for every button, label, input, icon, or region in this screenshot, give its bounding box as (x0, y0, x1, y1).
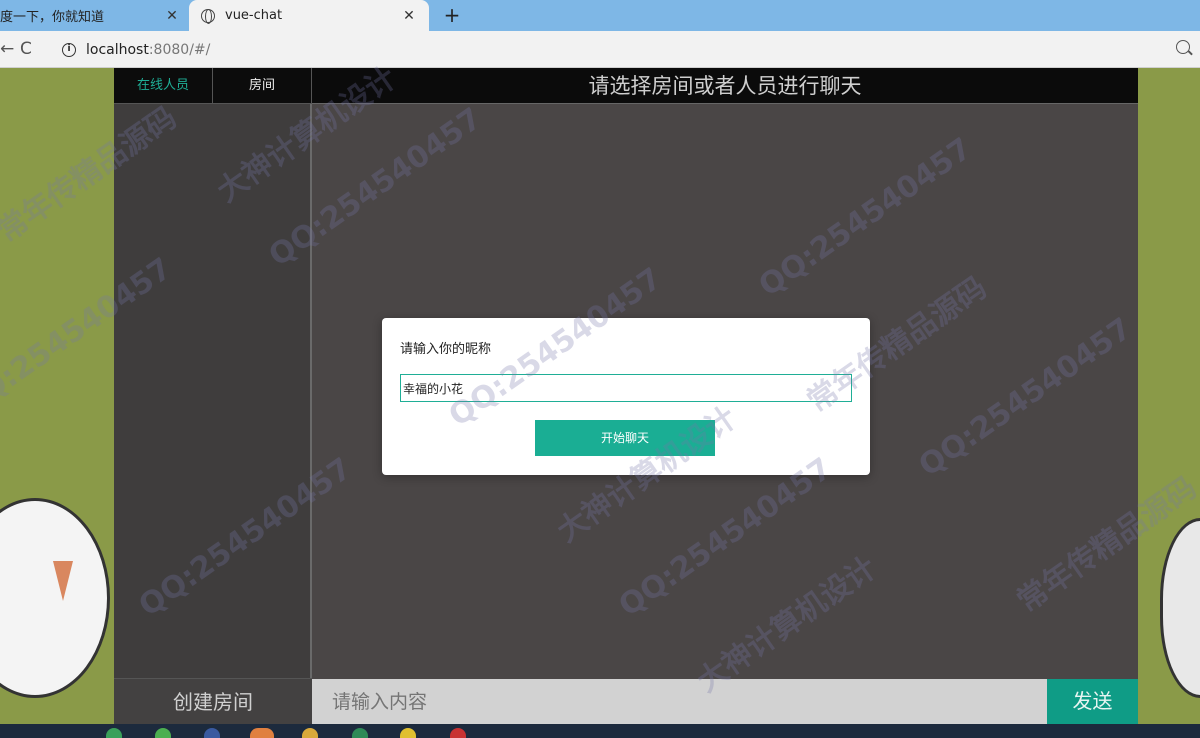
close-tab-icon[interactable]: ✕ (162, 8, 182, 24)
taskbar-app-icon[interactable] (400, 728, 416, 738)
new-tab-button[interactable]: + (440, 3, 464, 27)
beak-shape (53, 561, 73, 601)
taskbar-app-icon[interactable] (250, 728, 274, 738)
tab-title: 度一下，你就知道 (0, 10, 105, 25)
chat-header-title: 请选择房间或者人员进行聊天 (312, 68, 1138, 104)
send-button[interactable]: 发送 (1047, 679, 1138, 724)
url-path: :8080/#/ (148, 41, 211, 58)
globe-icon (201, 8, 215, 24)
info-icon[interactable]: i (62, 42, 76, 57)
taskbar-app-icon[interactable] (106, 728, 122, 738)
cartoon-bird-image (0, 498, 110, 698)
browser-tab-vue-chat[interactable]: vue-chat ✕ (189, 0, 429, 31)
close-tab-icon[interactable]: ✕ (399, 8, 419, 24)
sidebar-tabs: 在线人员 房间 (114, 68, 312, 104)
taskbar-app-icon[interactable] (352, 728, 368, 738)
tab-online-users[interactable]: 在线人员 (114, 68, 213, 104)
nickname-dialog: 请输入你的昵称 开始聊天 (382, 318, 870, 475)
os-taskbar (0, 724, 1200, 738)
address-bar: ← C i localhost:8080/#/ (0, 31, 1200, 68)
browser-tab-baidu[interactable]: 度一下，你就知道 ✕ (0, 0, 188, 31)
compose-bar: 发送 (312, 679, 1138, 724)
taskbar-app-icon[interactable] (302, 728, 318, 738)
sidebar: 在线人员 房间 创建房间 (114, 68, 312, 724)
taskbar-app-icon[interactable] (450, 728, 466, 738)
reload-icon[interactable]: C (20, 39, 32, 59)
back-arrow-icon[interactable]: ← (0, 39, 14, 59)
create-room-button[interactable]: 创建房间 (114, 678, 312, 724)
start-chat-button[interactable]: 开始聊天 (535, 420, 715, 456)
message-input[interactable] (312, 679, 1047, 724)
browser-tab-bar: 度一下，你就知道 ✕ vue-chat ✕ + (0, 0, 1200, 31)
tab-rooms[interactable]: 房间 (213, 68, 312, 104)
nickname-label: 请输入你的昵称 (400, 342, 492, 357)
url-input[interactable]: i localhost:8080/#/ (52, 36, 1160, 63)
url-host: localhost (86, 41, 149, 58)
cartoon-image-right (1160, 518, 1200, 698)
zoom-icon[interactable] (1176, 40, 1190, 54)
nickname-input[interactable] (400, 374, 852, 402)
tab-title: vue-chat (225, 8, 283, 23)
taskbar-app-icon[interactable] (204, 728, 220, 738)
taskbar-app-icon[interactable] (155, 728, 171, 738)
